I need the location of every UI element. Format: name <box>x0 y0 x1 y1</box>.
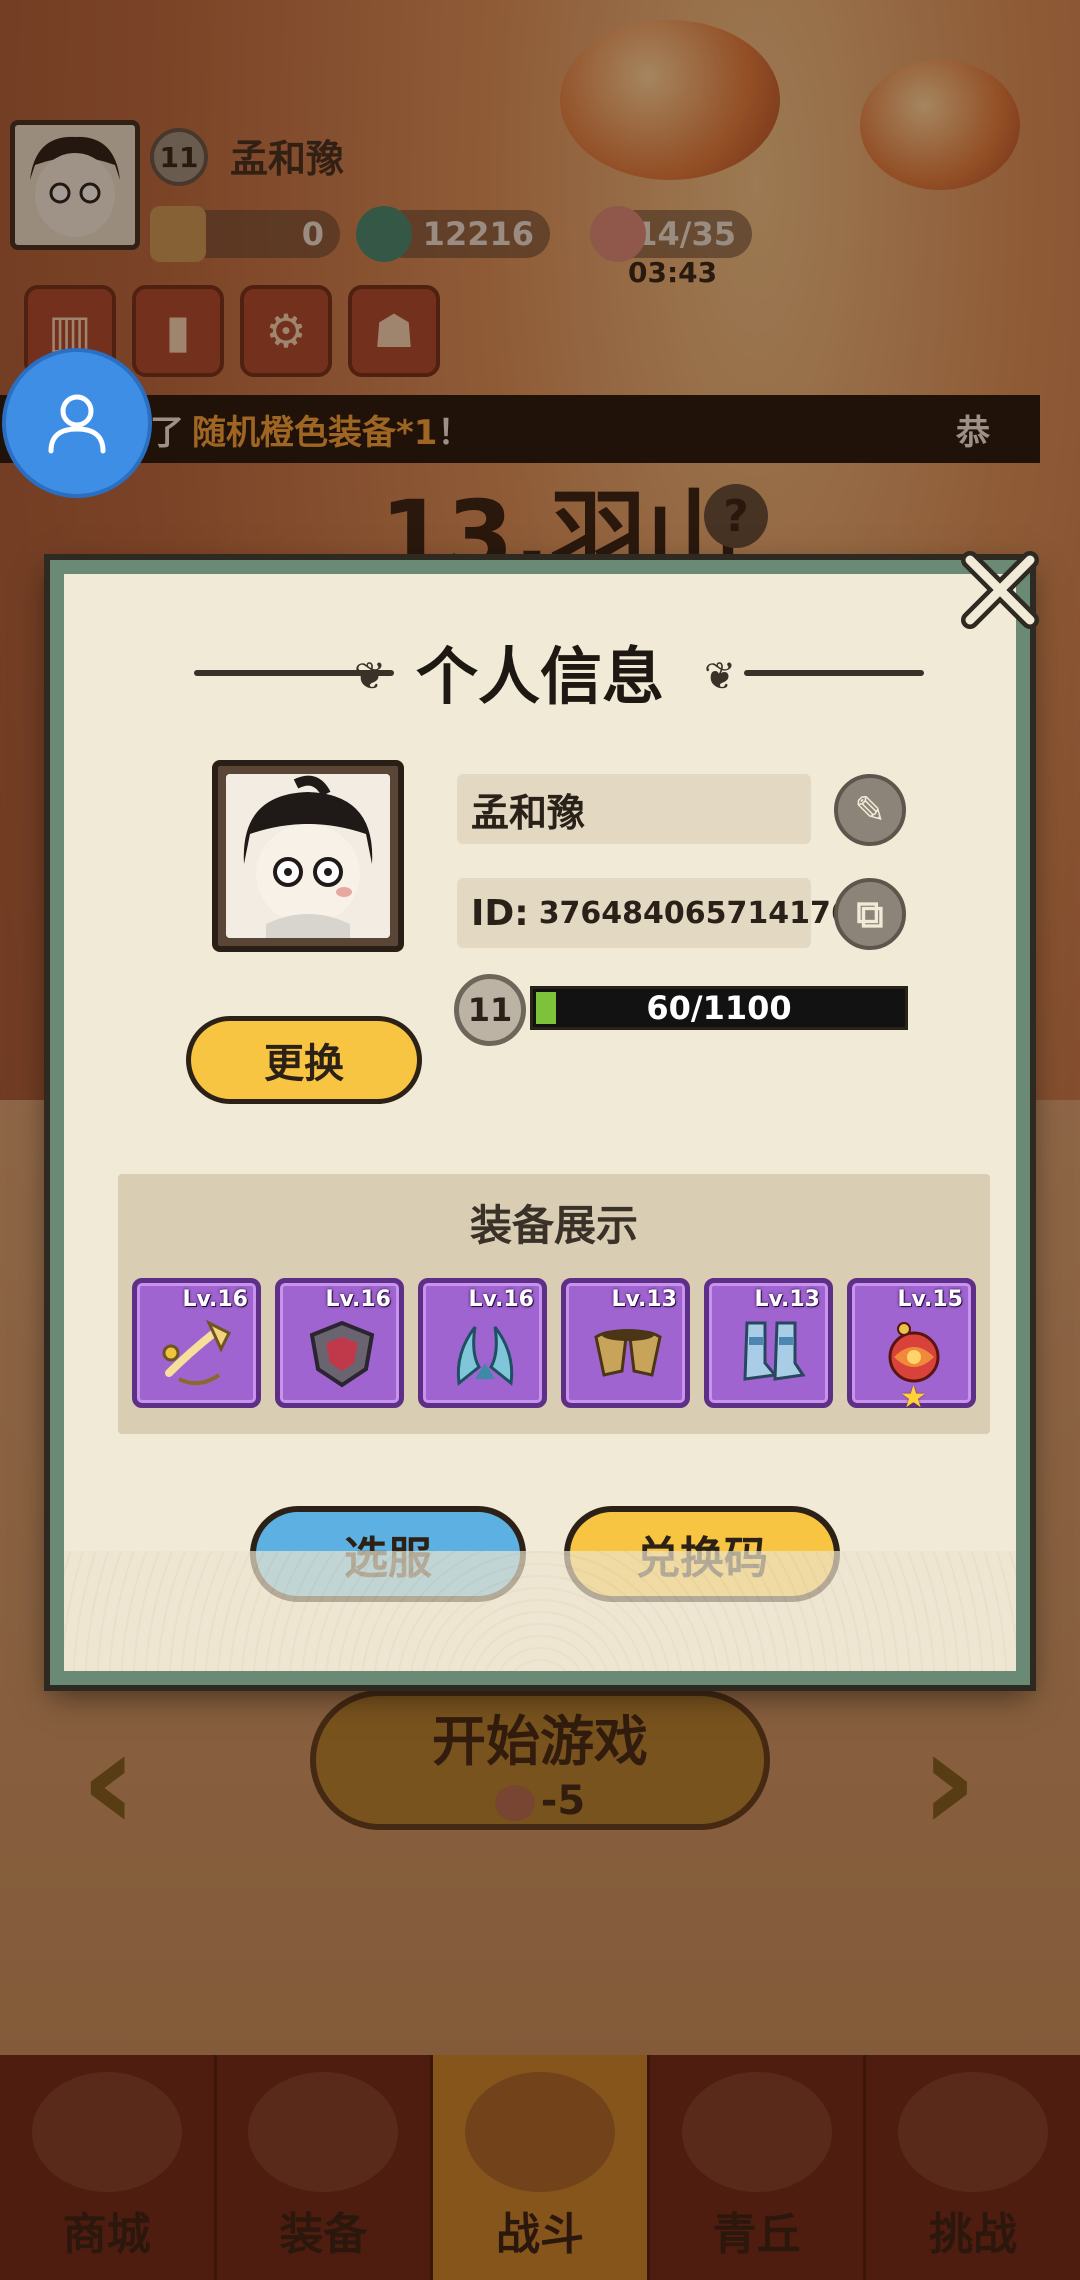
brush-icon: ✎ <box>854 788 886 832</box>
equipment-level: Lv.13 <box>611 1287 677 1312</box>
armor-icon <box>309 1320 375 1388</box>
necklace-icon <box>162 1319 232 1386</box>
player-name-value: 孟和豫 <box>471 790 586 835</box>
copy-id-button[interactable]: ⧉ <box>834 878 906 950</box>
equipment-level: Lv.15 <box>897 1287 963 1312</box>
title-ornament-right <box>744 670 924 676</box>
equipment-slot[interactable]: Lv.16 <box>418 1278 547 1408</box>
edit-name-button[interactable]: ✎ <box>834 774 906 846</box>
equipment-showcase-title: 装备展示 <box>469 1201 638 1250</box>
select-server-button[interactable]: 选服 <box>250 1506 526 1602</box>
equipment-slot[interactable]: Lv.15 ★ <box>847 1278 976 1415</box>
equipment-slot[interactable]: Lv.16 <box>132 1278 261 1408</box>
claw-icon <box>456 1326 514 1386</box>
equipment-level: Lv.16 <box>468 1287 534 1312</box>
copy-icon: ⧉ <box>856 891 884 936</box>
experience-bar: 60/1100 <box>530 986 908 1030</box>
id-value: 376484065714176 <box>538 895 852 931</box>
player-name-field: 孟和豫 <box>457 774 811 844</box>
boots-icon <box>743 1321 806 1381</box>
equipment-showcase: 装备展示 Lv.16 Lv.16 Lv.16 Lv.13 Lv.13 Lv.15… <box>118 1174 990 1434</box>
close-icon <box>961 551 1039 629</box>
equipment-slot[interactable]: Lv.13 <box>561 1278 690 1408</box>
equipment-slot[interactable]: Lv.13 <box>704 1278 833 1408</box>
equipment-level: Lv.16 <box>325 1287 391 1312</box>
close-dialog-button[interactable] <box>950 540 1050 640</box>
player-id-field: ID: 376484065714176 <box>457 878 852 948</box>
assistant-floating-button[interactable] <box>2 348 152 498</box>
equipment-level: Lv.16 <box>182 1287 248 1312</box>
user-icon <box>48 394 106 454</box>
id-label: ID: <box>471 892 529 934</box>
equipment-level: Lv.13 <box>754 1287 820 1312</box>
experience-text: 60/1100 <box>646 989 792 1027</box>
star-icon: ★ <box>900 1380 927 1415</box>
profile-level-badge: 11 <box>454 974 526 1046</box>
redeem-code-button[interactable]: 兑换码 <box>564 1506 840 1602</box>
gloves-icon <box>594 1329 662 1377</box>
personal-info-dialog: ❦ 个人信息 ❦ 更换 孟和豫 ✎ ID: 376484065714176 ⧉ … <box>50 560 1030 1685</box>
change-avatar-button[interactable]: 更换 <box>186 1016 422 1104</box>
profile-avatar <box>212 760 404 952</box>
equipment-slot[interactable]: Lv.16 <box>275 1278 404 1408</box>
cloud-ornament-right: ❦ <box>704 654 736 698</box>
